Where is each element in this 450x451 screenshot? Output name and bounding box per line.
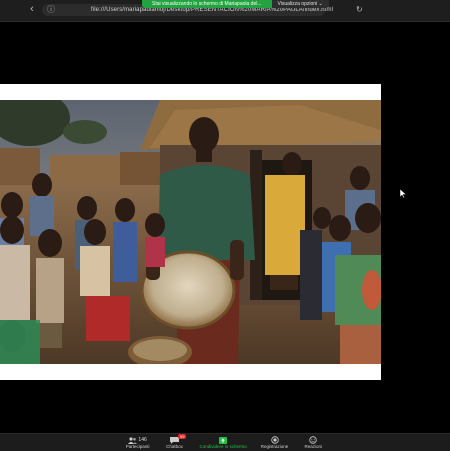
record-label: Registrazione — [260, 444, 289, 449]
reactions-button[interactable]: Reazioni — [302, 434, 324, 451]
village-photo-image — [0, 100, 381, 364]
record-button[interactable]: Registrazione — [260, 434, 289, 451]
participants-count: 146 — [138, 437, 147, 443]
file-icon: ⓘ — [47, 5, 55, 14]
back-arrow-icon[interactable]: ‹ — [26, 3, 38, 15]
reactions-label: Reazioni — [304, 444, 323, 449]
chat-label: Chatbox — [166, 444, 183, 449]
screen-share-banner: Stai visualizzando lo schermo di Mariapa… — [142, 0, 329, 8]
slide-photo — [0, 100, 381, 364]
mouse-cursor-icon — [400, 189, 406, 198]
chat-button[interactable]: 99 Chatbox — [163, 434, 186, 451]
participants-button[interactable]: 146 Partecipanti — [125, 434, 150, 451]
shared-slide — [0, 84, 381, 380]
chat-badge: 99 — [178, 434, 186, 439]
share-screen-label: Condividere lo schermo — [199, 444, 247, 449]
reload-icon[interactable]: ↻ — [356, 5, 363, 15]
reactions-icon — [309, 436, 317, 444]
record-icon — [270, 436, 279, 444]
participants-icon — [128, 436, 138, 444]
view-options-button[interactable]: Visualizza opzioni ⌄ — [271, 0, 329, 8]
share-banner-text: Stai visualizzando lo schermo di Mariapa… — [152, 1, 262, 7]
meeting-toolbar: 146 Partecipanti 99 Chatbox Condividere … — [0, 433, 450, 451]
participants-label: Partecipanti — [125, 444, 150, 449]
share-screen-icon — [219, 436, 228, 444]
share-screen-button[interactable]: Condividere lo schermo — [199, 434, 247, 451]
